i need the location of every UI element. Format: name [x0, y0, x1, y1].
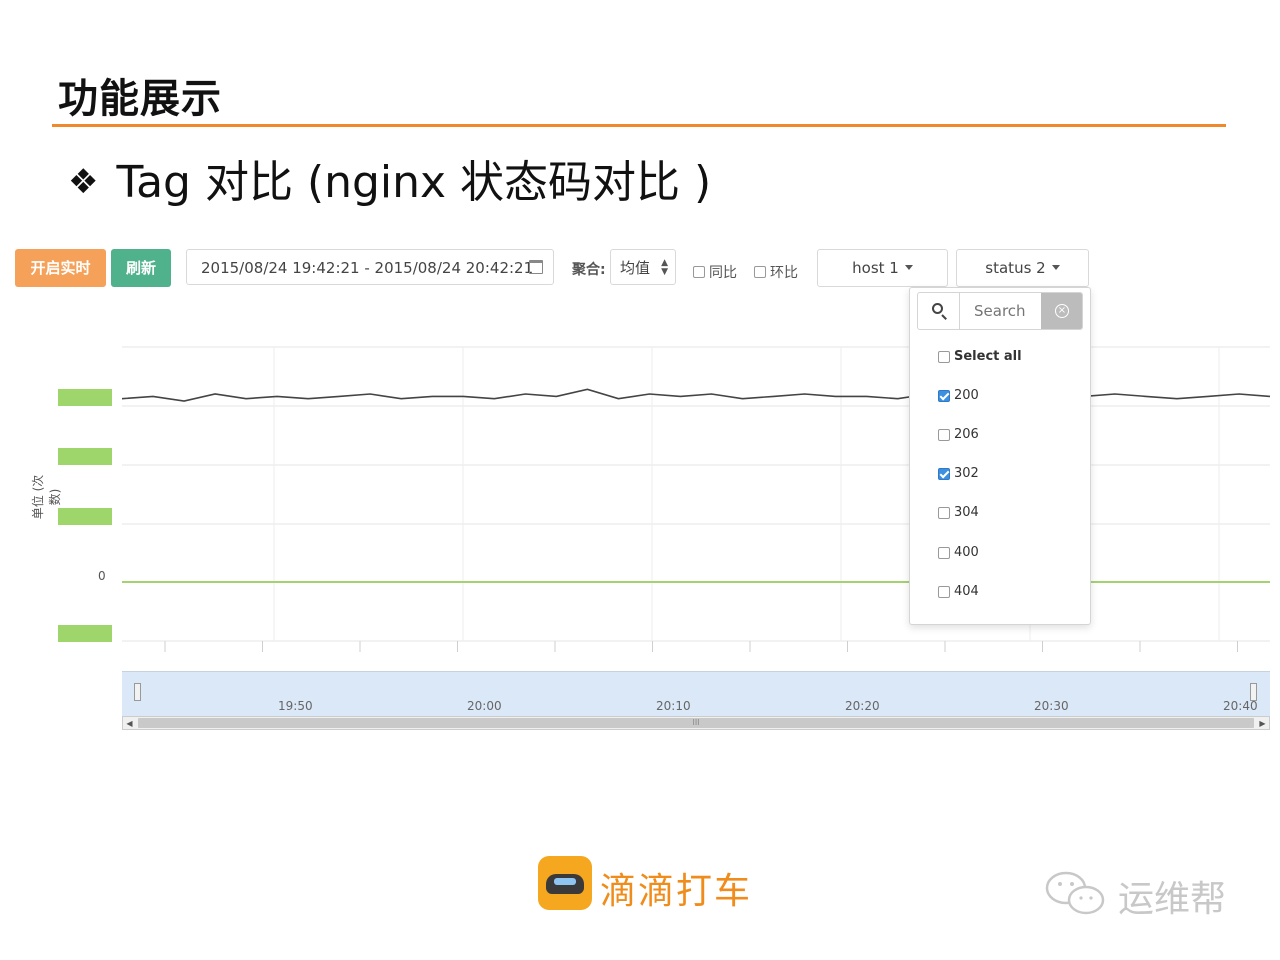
option-label: 304	[954, 505, 979, 520]
chart-lines	[121, 388, 1271, 583]
option-label: 200	[954, 388, 979, 403]
option-label: 302	[954, 466, 979, 481]
series-line	[121, 388, 1271, 402]
scroll-grip-icon: III	[692, 718, 700, 727]
navigator-tick: 20:00	[467, 699, 502, 713]
option-label: Select all	[954, 349, 1022, 364]
scroll-right-icon[interactable]: ▶	[1256, 718, 1269, 729]
option-checkbox[interactable]	[938, 546, 950, 559]
clear-search-button[interactable]: ×	[1041, 293, 1082, 329]
navigator-tick: 20:30	[1034, 699, 1069, 713]
scroll-thumb[interactable]: III	[138, 718, 1254, 728]
select-all-option[interactable]: Select all	[938, 349, 1022, 364]
status-option[interactable]: 200	[938, 388, 979, 403]
navigator-tick: 20:20	[845, 699, 880, 713]
search-box[interactable]: ×	[917, 292, 1083, 330]
redaction-bar	[58, 448, 112, 465]
chart-grid	[122, 346, 1270, 652]
redaction-bar	[58, 389, 112, 406]
option-checkbox[interactable]	[938, 585, 950, 598]
watermark-text: 运维帮	[1118, 879, 1227, 920]
status-option[interactable]: 304	[938, 505, 979, 520]
navigator-left-handle[interactable]	[134, 683, 141, 701]
didi-logo	[538, 856, 592, 910]
search-icon-button[interactable]	[918, 293, 960, 329]
brand-text: 滴滴打车	[600, 871, 753, 912]
scroll-left-icon[interactable]: ◀	[123, 718, 136, 729]
option-checkbox[interactable]	[938, 389, 950, 402]
option-checkbox[interactable]	[938, 506, 950, 519]
car-window-icon	[554, 878, 576, 885]
navigator-tick: 20:10	[656, 699, 691, 713]
option-checkbox[interactable]	[938, 428, 950, 441]
option-label: 400	[954, 545, 979, 560]
redaction-bar	[58, 625, 112, 642]
status-option[interactable]: 206	[938, 427, 979, 442]
navigator-scrollbar[interactable]: ◀ III ▶	[122, 716, 1270, 730]
option-checkbox[interactable]	[938, 467, 950, 480]
status-option[interactable]: 404	[938, 584, 979, 599]
status-option[interactable]: 302	[938, 466, 979, 481]
wechat-icon	[1045, 871, 1105, 915]
navigator-tick: 20:40	[1223, 699, 1258, 713]
navigator-tick: 19:50	[278, 699, 313, 713]
search-icon	[932, 303, 943, 314]
option-label: 206	[954, 427, 979, 442]
status-option[interactable]: 400	[938, 545, 979, 560]
status-dropdown-menu: × Select all 200 206 302 304 400 404	[909, 287, 1091, 625]
clear-icon: ×	[1055, 304, 1069, 318]
search-icon-handle	[941, 314, 947, 320]
option-label: 404	[954, 584, 979, 599]
search-input[interactable]	[961, 293, 1041, 329]
option-checkbox[interactable]	[938, 350, 950, 363]
redaction-bar	[58, 508, 112, 525]
